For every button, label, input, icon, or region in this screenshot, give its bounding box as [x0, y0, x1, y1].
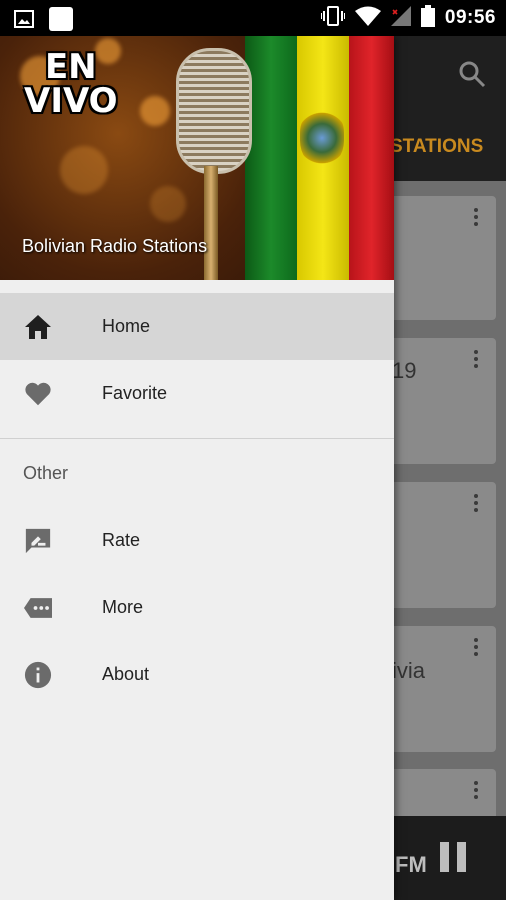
- home-icon: [24, 313, 52, 341]
- bokeh-light: [140, 96, 170, 126]
- drawer-header: EN VIVO Bolivian Radio Stations: [0, 36, 394, 280]
- more-tag-icon: [24, 594, 52, 622]
- microphone-icon: [176, 48, 252, 174]
- signal-icon: [390, 5, 411, 31]
- status-bar: 09:56: [0, 0, 506, 36]
- menu-item-about[interactable]: About: [0, 641, 394, 708]
- drawer-menu: Home Favorite Other Rate More About: [0, 293, 394, 708]
- app-square-icon: [48, 6, 74, 37]
- menu-item-more[interactable]: More: [0, 574, 394, 641]
- coat-of-arms-icon: [300, 110, 344, 166]
- flag-green-stripe: [245, 36, 297, 280]
- wifi-icon: [354, 6, 381, 31]
- status-time: 09:56: [444, 7, 496, 28]
- en-vivo-line2: VIVO: [24, 81, 118, 121]
- image-icon: [14, 9, 34, 34]
- menu-item-label: Favorite: [102, 383, 168, 403]
- bokeh-light: [60, 146, 108, 194]
- bokeh-light: [150, 186, 186, 222]
- menu-item-home[interactable]: Home: [0, 293, 394, 360]
- section-title-other: Other: [23, 462, 69, 483]
- rate-review-icon: [24, 527, 52, 555]
- navigation-drawer: EN VIVO Bolivian Radio Stations Home Fav…: [0, 36, 394, 900]
- menu-item-rate[interactable]: Rate: [0, 507, 394, 574]
- en-vivo-line1: EN: [44, 47, 97, 87]
- heart-icon: [24, 380, 52, 408]
- info-icon: [24, 661, 52, 689]
- en-vivo-badge: EN VIVO: [24, 50, 118, 118]
- battery-icon: [420, 4, 435, 32]
- microphone-stand: [204, 166, 218, 280]
- drawer-header-title: Bolivian Radio Stations: [22, 236, 208, 256]
- menu-item-label: Home: [102, 316, 151, 336]
- menu-item-label: Rate: [102, 530, 141, 550]
- flag-red-stripe: [349, 36, 394, 280]
- menu-item-favorite[interactable]: Favorite: [0, 360, 394, 427]
- menu-item-label: More: [102, 597, 144, 617]
- menu-item-label: About: [102, 664, 150, 684]
- vibrate-icon: [319, 5, 346, 32]
